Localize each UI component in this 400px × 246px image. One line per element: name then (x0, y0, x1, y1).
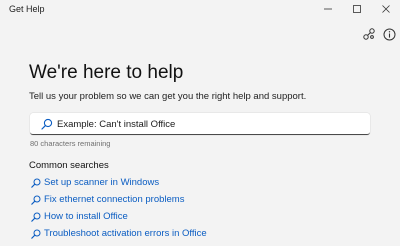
page-title: We're here to help (29, 62, 184, 83)
characters-remaining: 80 characters remaining (30, 139, 111, 148)
search-box[interactable] (30, 113, 370, 135)
maximize-icon (353, 5, 361, 13)
close-icon (382, 5, 390, 13)
share-button[interactable] (361, 26, 377, 42)
common-search-label: Set up scanner in Windows (44, 177, 160, 188)
search-icon (31, 195, 41, 205)
info-icon (383, 28, 395, 40)
minimize-button[interactable] (314, 0, 342, 18)
window-title: Get Help (9, 4, 45, 14)
common-search-label: How to install Office (44, 211, 128, 222)
common-search-link[interactable]: Set up scanner in Windows (30, 174, 207, 191)
close-button[interactable] (372, 0, 400, 18)
info-button[interactable] (381, 26, 397, 42)
minimize-icon (324, 8, 332, 10)
common-search-link[interactable]: Fix ethernet connection problems (30, 191, 207, 208)
common-search-link[interactable]: How to install Office (30, 208, 207, 225)
search-input[interactable] (57, 115, 357, 133)
common-searches-list: Set up scanner in Windows Fix ethernet c… (30, 174, 207, 242)
search-icon (41, 118, 53, 130)
share-icon (363, 28, 375, 40)
maximize-button[interactable] (343, 0, 371, 18)
page-subtitle: Tell us your problem so we can get you t… (29, 91, 307, 102)
common-searches-title: Common searches (29, 160, 109, 171)
title-bar: Get Help (0, 0, 400, 20)
common-search-label: Fix ethernet connection problems (44, 194, 185, 205)
search-icon (31, 229, 41, 239)
search-icon (31, 178, 41, 188)
common-search-label: Troubleshoot activation errors in Office (44, 228, 207, 239)
search-icon (31, 212, 41, 222)
common-search-link[interactable]: Troubleshoot activation errors in Office (30, 225, 207, 242)
